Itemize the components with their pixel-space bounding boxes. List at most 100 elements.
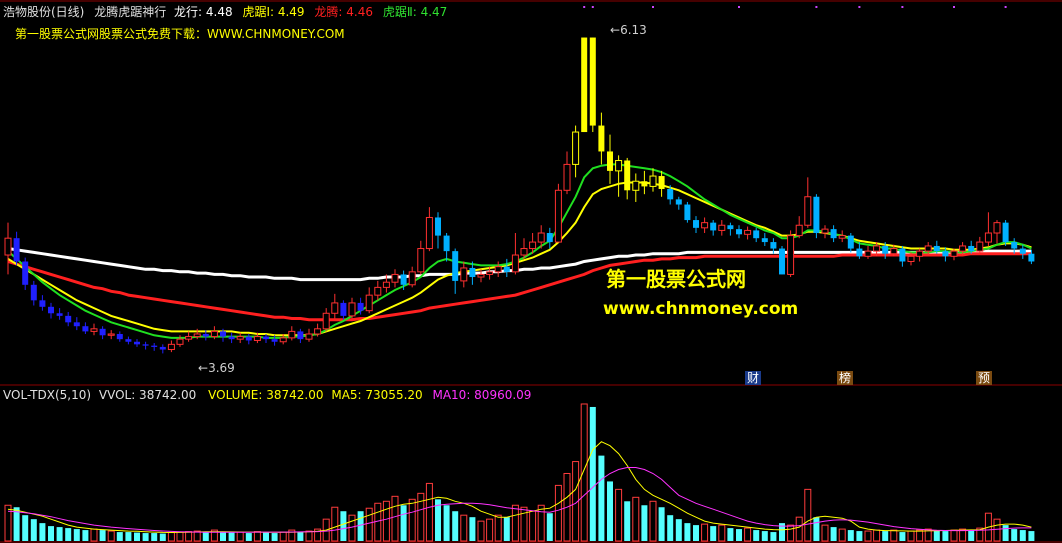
candle-body [151,345,158,347]
volume-bar [830,527,837,541]
candlesticks [4,37,1035,354]
volume-bar [202,532,209,541]
candle [107,330,115,340]
volume-bar [821,524,829,542]
candle-body [761,238,768,243]
volume-bar [864,530,872,542]
candle-body [770,242,777,249]
candle [503,258,510,278]
candle-body [159,346,166,350]
candle-body [13,238,20,262]
volume-bar [391,495,399,542]
candle [675,196,682,210]
candle [90,323,98,336]
candle-body [701,222,709,229]
candle-body [993,222,1001,234]
volume-bar [443,505,450,541]
candle-body [821,228,829,234]
candle-body [984,232,992,243]
volume-bar [804,488,812,542]
candle-body [460,267,468,282]
candle-body [297,331,304,340]
volume-bar [142,533,149,541]
candle [546,227,553,249]
candle-body [142,344,149,346]
candle-body [348,302,356,317]
candle-body [210,330,218,338]
candle-body [607,151,613,171]
high-price-value: 6.13 [620,23,647,37]
volume-bar [710,526,717,541]
candle-body [924,245,932,252]
marker-cai[interactable]: 财 [745,371,762,385]
marker-bang[interactable]: 榜 [837,371,854,385]
volume-indicator-name: VOL-TDX(5,10) [3,388,92,402]
candle [13,231,20,266]
candle [425,207,433,252]
volume-bar [340,511,347,541]
volume-bar [125,532,132,541]
candle [99,326,106,340]
left-arrow-icon: ← [610,23,621,37]
volume-bar [511,504,519,542]
volume-bar [236,531,244,542]
candle [649,168,657,192]
signal-dot [858,6,861,8]
stock-chart[interactable] [0,0,1062,543]
candle-body [959,245,967,252]
volume-bar [469,517,476,541]
candle-body [804,196,812,226]
volume-bar [494,514,502,542]
candle-body [598,125,605,152]
candle-body [667,188,674,200]
candle [167,340,175,353]
candle-body [787,235,795,275]
volume-bar [151,533,158,541]
volume-bar [632,496,640,542]
volume-bar [39,523,46,541]
candle-body [753,230,760,239]
candle-body [228,336,235,340]
candle-body [572,131,580,165]
candle-body [185,336,193,340]
volume-bar [348,514,356,542]
volume-bar [1011,529,1018,541]
candle [452,248,459,294]
candle [30,280,37,306]
volume-bar [331,506,339,542]
volume-bar [65,528,72,541]
candle-body [425,216,433,250]
volume-bar [90,528,98,542]
candle [305,328,313,342]
candle-body [39,300,46,307]
signal-dot [583,6,586,8]
candle [22,257,29,290]
candle-body [615,160,623,172]
candle [813,194,820,239]
volume-bar [48,526,54,541]
candle-body [882,245,889,254]
marker-yu[interactable]: 预 [976,371,993,385]
candle [322,308,330,332]
candle [1002,220,1009,246]
candle-body [82,326,89,332]
signal-dot [738,6,740,8]
longxing-value: 龙行: 4.48 [174,5,233,19]
volume-bar [176,531,184,542]
volume-bar [770,532,777,541]
candle-body [253,336,261,341]
candle [245,333,252,345]
candle-body [736,229,742,235]
candle [718,220,726,236]
volume-bar [658,507,665,541]
volume-bar [486,518,494,542]
candle-body [305,333,313,340]
indicator-name: 龙腾虎踞神行 [94,5,167,19]
candle [572,125,580,178]
volume-ma5-line [7,441,1032,534]
candle-body [710,222,717,231]
candle-body [511,254,519,273]
candle [48,302,54,319]
longteng-line [7,252,1032,322]
volume-bar [1028,531,1035,541]
